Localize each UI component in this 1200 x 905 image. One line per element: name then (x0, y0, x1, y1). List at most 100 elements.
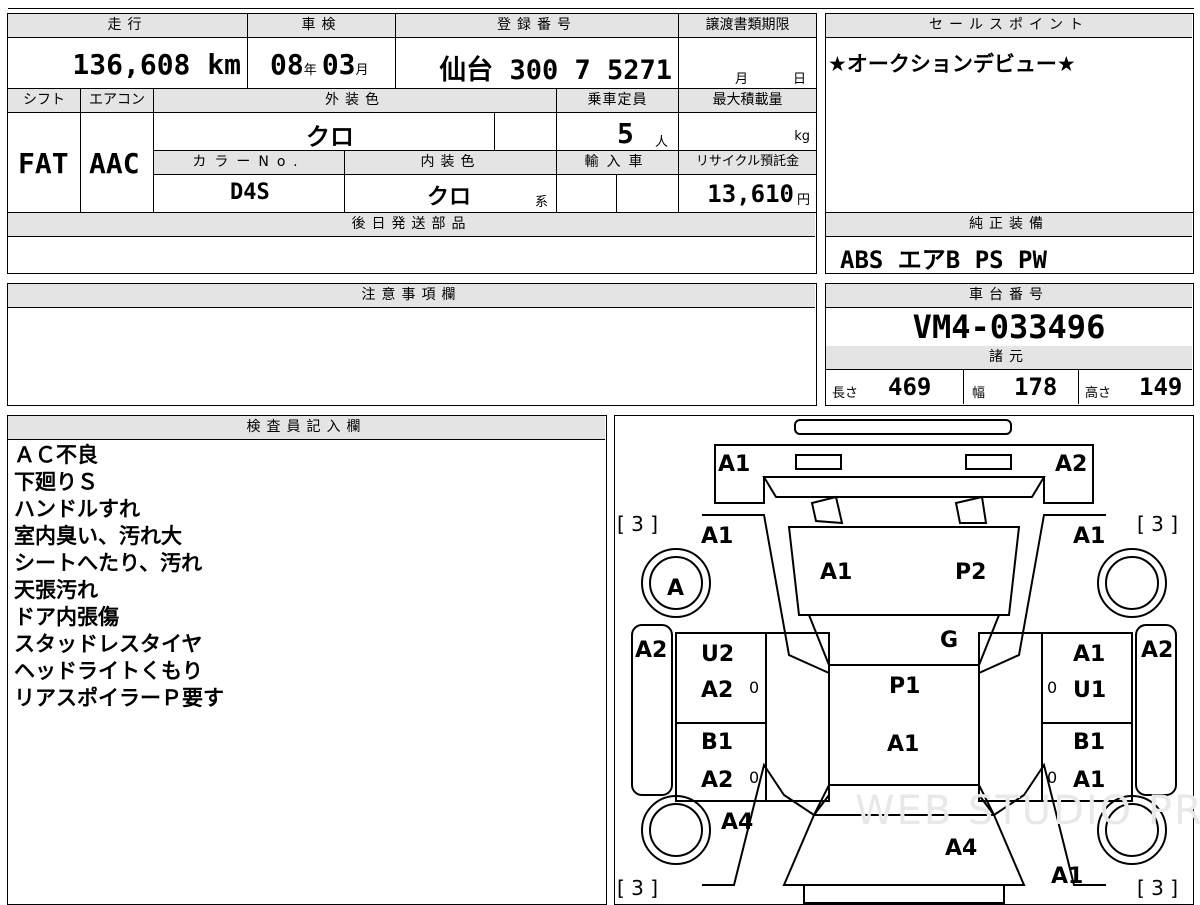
exterior-color-header: 外装色 (154, 89, 557, 113)
color-no-cell: D4S (154, 175, 345, 212)
import-cell-a (557, 175, 617, 212)
interior-color-value: クロ (427, 185, 472, 210)
windshield-left-grade: A1 (820, 560, 853, 585)
door-handle-mark: 0 (749, 678, 760, 697)
tread-front-left: [ 3 ] (617, 512, 659, 536)
spec-width-label: 幅 (972, 386, 986, 401)
transfer-month-unit: 月 (735, 72, 749, 87)
damage-diagram-box: WEB STUDIO PRO [ 3 ] [ 3 ] [ 3 ] [ 3 ] A… (614, 415, 1200, 905)
spec-length: 長さ 469 (826, 370, 964, 404)
spec-width: 幅 178 (964, 370, 1079, 404)
inspector-line: 下廻りＳ (14, 470, 98, 494)
pillar-left-grade: A2 (635, 638, 668, 663)
interior-color-cell: クロ 系 (345, 175, 557, 212)
max-load-unit: kg (794, 129, 810, 144)
transfer-deadline-cell: 月 日 (679, 38, 816, 89)
shift-value: FAT (18, 147, 69, 180)
spec-height: 高さ 149 (1079, 370, 1192, 404)
inspector-lines: ＡＣ不良 下廻りＳ ハンドルすれ 室内臭い、汚れ大 シートへたり、汚れ 天張汚れ… (14, 442, 224, 712)
front-fender-left-grade: A1 (701, 524, 734, 549)
inspector-line: スタッドレスタイヤ (14, 632, 203, 656)
recycle-unit: 円 (796, 193, 810, 208)
front-bumper-shape (794, 419, 1012, 435)
color-no-header: カラーNo. (154, 151, 345, 175)
mileage-header: 走行 (8, 14, 248, 38)
shift-cell: FAT (8, 113, 81, 212)
aircon-value: AAC (89, 147, 140, 180)
inspector-line: 室内臭い、汚れ大 (14, 524, 182, 548)
specs-header: 諸元 (826, 346, 1192, 370)
mileage-unit: km (207, 48, 241, 81)
exterior-color-extra-cell (495, 113, 557, 151)
recycle-header: リサイクル預託金 (679, 151, 816, 175)
registration-cell: 仙台 300 7 5271 (396, 38, 679, 89)
exterior-color-value: クロ (306, 123, 354, 151)
notes-header: 注意事項欄 (8, 284, 815, 308)
headlight-left-shape (795, 454, 842, 470)
capacity-unit: 人 (655, 135, 669, 150)
month-unit: 月 (355, 63, 369, 78)
import-header: 輸入車 (557, 151, 679, 175)
inspector-header: 検査員記入欄 (8, 416, 605, 440)
spec-width-value: 178 (1014, 373, 1058, 401)
tread-rear-right: [ 3 ] (1137, 876, 1179, 900)
sales-point-box: セールスポイント ★オークションデビュー★ (825, 13, 1194, 213)
inspector-line: ドア内張傷 (14, 605, 119, 629)
rear-door-right-bottom-grade: A1 (1073, 768, 1106, 793)
spec-length-label: 長さ (832, 386, 859, 401)
inspection-cell: 08年 03月 (248, 38, 396, 89)
inspector-line: ヘッドライトくもり (14, 659, 203, 683)
trunk-grade: A4 (945, 836, 978, 861)
registration-header: 登録番号 (396, 14, 679, 38)
registration-value: 仙台 300 7 5271 (439, 55, 672, 86)
year-unit: 年 (303, 63, 317, 78)
windshield-right-grade: P2 (955, 560, 987, 585)
roof-rear-grade: A1 (887, 732, 920, 757)
capacity-header: 乗車定員 (557, 89, 679, 113)
wiper-right-shape (954, 495, 988, 524)
recycle-cell: 13,610 円 (679, 175, 816, 212)
inspector-line: リアスポイラーＰ要す (14, 686, 224, 710)
capacity-value: 5 (617, 117, 634, 150)
transfer-deadline-header: 譲渡書類期限 (679, 14, 816, 38)
wheel-rear-left-shape (641, 795, 711, 865)
front-wheel-left-grade: A (667, 576, 685, 601)
front-door-right-bottom-grade: U1 (1073, 678, 1107, 703)
inspector-line: シートへたり、汚れ (14, 551, 203, 575)
inspection-date: 08年 03月 (270, 48, 369, 81)
hood-shape (714, 444, 1094, 504)
genuine-equipment-header: 純正装備 (826, 213, 1192, 237)
max-load-cell: kg (679, 113, 816, 151)
aircon-header: エアコン (81, 89, 154, 113)
headlight-right-shape (965, 454, 1012, 470)
rear-door-left-top-grade: B1 (701, 730, 734, 755)
hood-right-grade: A2 (1055, 452, 1088, 477)
rear-door-right-top-grade: B1 (1073, 730, 1106, 755)
interior-color-header: 内装色 (345, 151, 557, 175)
spec-height-label: 高さ (1085, 386, 1112, 401)
later-parts-box: 後日発送部品 (7, 212, 817, 274)
inspection-header: 車検 (248, 14, 396, 38)
inspector-line: ハンドルすれ (14, 497, 140, 521)
front-door-right-top-grade: A1 (1073, 642, 1106, 667)
inspector-line: 天張汚れ (14, 578, 98, 602)
rear-quarter-left-grade: A4 (721, 810, 754, 835)
roof-center-grade: P1 (889, 674, 921, 699)
roof-front-grade: G (940, 628, 959, 653)
recycle-value: 13,610 (707, 180, 794, 208)
pillar-right-grade: A2 (1141, 638, 1174, 663)
front-door-left-bottom-grade: A2 (701, 678, 734, 703)
sales-point-value: ★オークションデビュー★ (828, 52, 1076, 76)
cowl-shape (762, 476, 1046, 498)
genuine-equipment-box: 純正装備 ABS エアB PS PW (825, 212, 1194, 274)
top-strip (8, 0, 1194, 9)
spec-length-value: 469 (888, 373, 932, 401)
transfer-day-unit: 日 (793, 72, 807, 87)
inspection-year: 08 (270, 48, 304, 81)
rear-quarter-right-grade: A1 (1051, 864, 1084, 889)
genuine-equipment-value: ABS エアB PS PW (840, 246, 1047, 274)
exterior-color-cell: クロ (154, 113, 495, 151)
chassis-number: VM4-033496 (826, 308, 1192, 347)
capacity-cell: 5 人 (557, 113, 679, 151)
rear-door-left-bottom-grade: A2 (701, 768, 734, 793)
